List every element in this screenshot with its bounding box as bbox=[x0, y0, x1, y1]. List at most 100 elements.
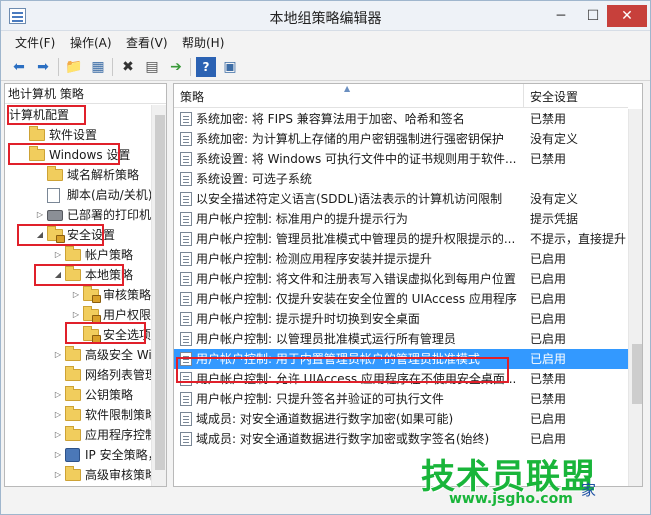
policy-row[interactable]: 系统设置: 将 Windows 可执行文件中的证书规则用于软件... 已禁用 bbox=[174, 149, 628, 169]
tree-item[interactable]: 脚本(启动/关机) bbox=[5, 185, 152, 205]
policy-row[interactable]: 用户帐户控制: 标准用户的提升提示行为 提示凭据 bbox=[174, 209, 628, 229]
help-icon[interactable]: ? bbox=[196, 57, 216, 77]
tree-item[interactable]: ▷ 帐户策略 bbox=[5, 245, 151, 265]
tree-item-label: 已部署的打印机 bbox=[67, 208, 152, 222]
close-button[interactable]: ✕ bbox=[607, 5, 647, 27]
policy-row-selected[interactable]: 用户帐户控制: 用于内置管理员帐户的管理员批准模式 已启用 bbox=[174, 349, 628, 369]
menu-action[interactable]: 操作(A) bbox=[70, 34, 112, 51]
policy-row[interactable]: 用户帐户控制: 将文件和注册表写入错误虚拟化到每用户位置 已启用 bbox=[174, 269, 628, 289]
expand-arrow-icon[interactable]: ▷ bbox=[53, 405, 63, 425]
back-arrow-icon[interactable]: ⬅ bbox=[9, 57, 29, 77]
minimize-button[interactable]: ─ bbox=[547, 5, 575, 27]
script-icon bbox=[47, 188, 60, 203]
group-policy-editor-window: 本地组策略编辑器 ─ ☐ ✕ 文件(F) 操作(A) 查看(V) 帮助(H) ⬅… bbox=[0, 0, 651, 515]
tree-item[interactable]: ▷ 软件限制策略 bbox=[5, 405, 157, 425]
expand-arrow-icon[interactable]: ▷ bbox=[53, 245, 63, 265]
tree-item[interactable]: 软件设置 bbox=[5, 125, 151, 145]
properties-icon[interactable]: ▤ bbox=[142, 57, 162, 77]
folder-icon bbox=[29, 126, 45, 141]
list-scroll-thumb[interactable] bbox=[632, 344, 642, 404]
tree-item[interactable]: ◢ 安全设置 bbox=[5, 225, 151, 245]
policy-security-setting: 已禁用 bbox=[530, 112, 567, 126]
folder-icon bbox=[65, 466, 81, 481]
policy-security-setting: 没有定义 bbox=[530, 132, 579, 146]
export-list-icon[interactable]: ➔ bbox=[166, 57, 186, 77]
policy-security-setting: 已启用 bbox=[530, 292, 567, 306]
show-hide-tree-icon[interactable]: ▦ bbox=[88, 57, 108, 77]
policy-name: 系统加密: 将 FIPS 兼容算法用于加密、哈希和签名 bbox=[196, 112, 465, 126]
tree-item[interactable]: 网络列表管理器 bbox=[5, 365, 166, 385]
menu-view[interactable]: 查看(V) bbox=[126, 34, 168, 51]
forward-arrow-icon[interactable]: ➡ bbox=[33, 57, 53, 77]
policy-row[interactable]: 用户帐户控制: 只提升签名并验证的可执行文件 已禁用 bbox=[174, 389, 628, 409]
tree-item[interactable]: 安全选项 bbox=[5, 325, 151, 345]
tree-item[interactable]: ◢ 本地策略 bbox=[5, 265, 151, 285]
tree-item[interactable]: ▷ 公钥策略 bbox=[5, 385, 151, 405]
policy-row[interactable]: 系统加密: 将 FIPS 兼容算法用于加密、哈希和签名 已禁用 bbox=[174, 109, 628, 129]
policy-name: 用户帐户控制: 将文件和注册表写入错误虚拟化到每用户位置 bbox=[196, 272, 516, 286]
tree-item[interactable]: ▷ IP 安全策略，i bbox=[5, 445, 163, 465]
delete-icon[interactable]: ✖ bbox=[118, 57, 138, 77]
list-scrollbar[interactable] bbox=[628, 109, 642, 486]
policy-row[interactable]: 系统设置: 可选子系统 bbox=[174, 169, 628, 189]
folder-icon bbox=[65, 266, 81, 281]
extended-view-icon[interactable]: ▣ bbox=[220, 57, 240, 77]
expand-arrow-icon[interactable]: ▷ bbox=[35, 205, 45, 225]
expand-arrow-icon[interactable]: ▷ bbox=[53, 385, 63, 405]
policy-security-setting: 提示凭据 bbox=[530, 212, 579, 226]
tree-item[interactable]: 计算机配置 bbox=[5, 105, 151, 125]
toolbar-separator bbox=[190, 58, 191, 76]
policy-name: 系统设置: 可选子系统 bbox=[196, 172, 312, 186]
tree-item[interactable]: Windows 设置 bbox=[5, 145, 151, 165]
tree-item-label: 软件设置 bbox=[49, 128, 98, 142]
policy-icon bbox=[180, 212, 192, 226]
policy-row[interactable]: 用户帐户控制: 以管理员批准模式运行所有管理员 已启用 bbox=[174, 329, 628, 349]
menu-help[interactable]: 帮助(H) bbox=[182, 34, 224, 51]
policy-row[interactable]: 域成员: 对安全通道数据进行数字加密或数字签名(始终) 已启用 bbox=[174, 429, 628, 449]
tree-item[interactable]: ▷ 审核策略 bbox=[5, 285, 151, 305]
expand-arrow-icon[interactable]: ▷ bbox=[71, 305, 81, 325]
tree-item-label: 软件限制策略 bbox=[85, 408, 158, 422]
tree-item[interactable]: ▷ 用户权限分 bbox=[5, 305, 163, 325]
collapse-arrow-icon[interactable]: ◢ bbox=[35, 225, 45, 245]
policy-row[interactable]: 用户帐户控制: 检测应用程序安装并提示提升 已启用 bbox=[174, 249, 628, 269]
tree-item[interactable]: ▷ 已部署的打印机 bbox=[5, 205, 151, 225]
policy-icon bbox=[180, 192, 192, 206]
tree-item[interactable]: 域名解析策略 bbox=[5, 165, 151, 185]
policy-row[interactable]: 用户帐户控制: 仅提升安装在安全位置的 UIAccess 应用程序 已启用 bbox=[174, 289, 628, 309]
policy-row[interactable]: 用户帐户控制: 允许 UIAccess 应用程序在不使用安全桌面... 已禁用 bbox=[174, 369, 628, 389]
policy-security-setting: 没有定义 bbox=[530, 192, 579, 206]
column-header-security-setting[interactable]: 安全设置 bbox=[524, 84, 628, 108]
tree-item[interactable]: ▷ 应用程序控制策 bbox=[5, 425, 166, 445]
tree-item[interactable]: ▷ 高级安全 Wind bbox=[5, 345, 166, 365]
policy-row[interactable]: 用户帐户控制: 提示提升时切换到安全桌面 已启用 bbox=[174, 309, 628, 329]
expand-arrow-icon[interactable]: ▷ bbox=[53, 445, 63, 465]
policy-list-pane[interactable]: 策略 ▲ 安全设置 系统加密: 将 FIPS 兼容算法用于加密、哈希和签名 已禁用… bbox=[173, 83, 643, 487]
expand-arrow-icon[interactable]: ▷ bbox=[53, 465, 63, 485]
tree-scroll-thumb[interactable] bbox=[155, 115, 165, 470]
policy-row[interactable]: 系统加密: 为计算机上存储的用户密钥强制进行强密钥保护 没有定义 bbox=[174, 129, 628, 149]
policy-row[interactable]: 以安全描述符定义语言(SDDL)语法表示的计算机访问限制 没有定义 bbox=[174, 189, 628, 209]
expand-arrow-icon[interactable]: ▷ bbox=[71, 285, 81, 305]
tree-item[interactable]: ▷ 高级审核策略配 bbox=[5, 465, 166, 485]
expand-arrow-icon[interactable]: ▷ bbox=[53, 345, 63, 365]
tree-item-label: 安全选项 bbox=[103, 328, 152, 342]
folder-lock-icon bbox=[47, 226, 65, 243]
maximize-button[interactable]: ☐ bbox=[579, 5, 607, 27]
tree-item-label: 审核策略 bbox=[103, 288, 152, 302]
column-header-policy[interactable]: 策略 ▲ bbox=[174, 84, 524, 108]
tree-item-label: Windows 设置 bbox=[49, 148, 131, 162]
policy-row[interactable]: 用户帐户控制: 管理员批准模式中管理员的提升权限提示的... 不提示，直接提升 bbox=[174, 229, 628, 249]
policy-icon bbox=[180, 312, 192, 326]
up-folder-icon[interactable]: 📁 bbox=[64, 57, 84, 77]
tree-pane[interactable]: 地计算机 策略 计算机配置 软件设置 Windows 设置 域名解析策略 脚本(启动/关… bbox=[4, 83, 167, 487]
policy-row[interactable]: 域成员: 对安全通道数据进行数字加密(如果可能) 已启用 bbox=[174, 409, 628, 429]
folder-icon bbox=[65, 386, 81, 401]
policy-security-setting: 已禁用 bbox=[530, 372, 567, 386]
menu-file[interactable]: 文件(F) bbox=[15, 34, 55, 51]
expand-arrow-icon[interactable]: ▷ bbox=[53, 425, 63, 445]
tree-scrollbar[interactable] bbox=[151, 105, 166, 486]
title-bar: 本地组策略编辑器 ─ ☐ ✕ bbox=[1, 1, 650, 31]
collapse-arrow-icon[interactable]: ◢ bbox=[53, 265, 63, 285]
menu-bar: 文件(F) 操作(A) 查看(V) 帮助(H) bbox=[1, 31, 650, 53]
